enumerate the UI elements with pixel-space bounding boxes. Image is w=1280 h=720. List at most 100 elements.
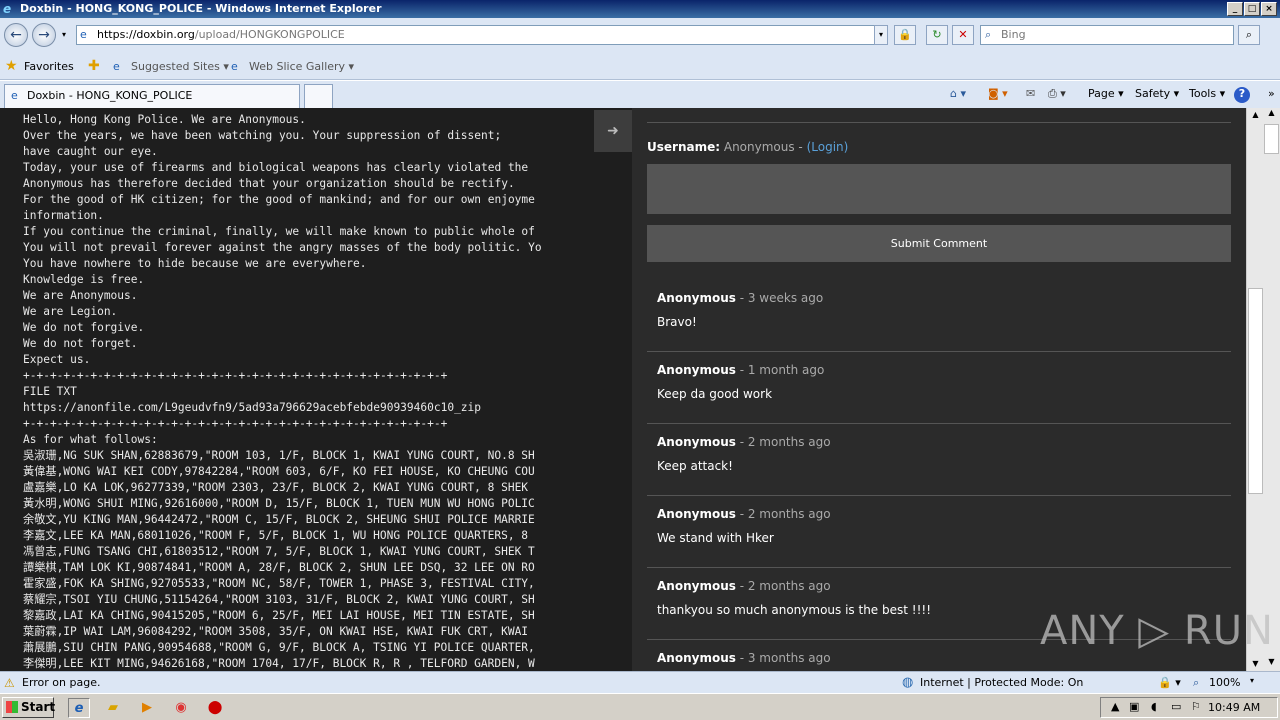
zoom-level[interactable]: 100% [1209,676,1240,689]
start-label: Start [21,700,56,714]
comment-header: Anonymous - 3 weeks ago [657,291,823,305]
scroll-up-icon[interactable]: ▲ [1247,108,1264,122]
tab-page-icon: e [11,89,18,102]
taskbar: Start e ▰ ▶ ◉ ⬤ ▲ ▣ ◖ ▭ ⚐ 10:49 AM [0,693,1280,720]
paste-line: 余敬文,YU KING MAN,96442472,"ROOM C, 15/F, … [23,513,535,526]
volume-icon[interactable]: ◖ [1151,700,1157,713]
paste-line: You have nowhere to hide because we are … [23,257,367,270]
arrow-right-icon[interactable]: ➜ [594,110,632,152]
history-dropdown-icon[interactable]: ▾ [62,30,66,39]
warning-icon[interactable]: ⚠ [4,676,15,690]
comment-text: Keep da good work [657,387,773,401]
paste-line: 李嘉文,LEE KA MAN,68011026,"ROOM F, 5/F, BL… [23,529,529,542]
new-tab-button[interactable] [304,84,333,108]
paste-line: 蕭展鵬,SIU CHIN PANG,90954688,"ROOM G, 9/F,… [23,641,535,654]
lock-icon[interactable]: 🔒 [894,25,916,45]
comment-textarea[interactable] [647,164,1231,214]
tray-arrow-icon[interactable]: ▲ [1111,700,1119,713]
add-favorites-icon[interactable]: ✚ [88,58,100,74]
feeds-icon[interactable]: ◙ ▾ [988,87,1008,100]
login-link[interactable]: (Login) [807,140,849,154]
username-label: Username: [647,140,721,154]
favorites-button[interactable]: Favorites [24,60,74,73]
search-input[interactable]: Bing [980,25,1234,45]
comment-author: Anonymous [657,507,736,521]
comment-item: Anonymous - 1 month ago Keep da good work [647,352,1231,424]
page-menu[interactable]: Page ▾ [1088,87,1124,100]
print-icon[interactable]: ⎙ ▾ [1048,87,1066,101]
tools-menu[interactable]: Tools ▾ [1189,87,1225,100]
safety-menu[interactable]: Safety ▾ [1135,87,1179,100]
divider [647,122,1231,123]
close-button[interactable]: × [1261,2,1277,16]
comment-time: - 3 months ago [735,651,831,665]
tab-doxbin[interactable]: e Doxbin - HONG_KONG_POLICE [4,84,300,108]
window-scrollbar[interactable]: ▲ ▼ [1263,108,1280,671]
stop-icon[interactable]: ✕ [952,25,974,45]
search-button[interactable]: ⌕ [1238,25,1260,45]
comments-panel: Username: Anonymous - (Login) Submit Com… [632,108,1246,671]
page-icon: e [80,28,87,41]
status-error-text[interactable]: Error on page. [22,676,100,689]
window-title: Doxbin - HONG_KONG_POLICE - Windows Inte… [20,2,382,15]
window-scroll-thumb[interactable] [1264,124,1279,154]
paste-line: https://anonfile.com/L9geudvfn9/5ad93a79… [23,401,482,414]
tab-label: Doxbin - HONG_KONG_POLICE [27,89,193,102]
refresh-icon[interactable]: ↻ [926,25,948,45]
username-line: Username: Anonymous - (Login) [647,140,848,154]
paste-line: You will not prevail forever against the… [23,241,542,254]
tray-monitor-icon[interactable]: ▭ [1171,700,1181,713]
help-icon[interactable]: ? [1234,87,1250,103]
paste-line: We do not forget. [23,337,138,350]
media-player-icon[interactable]: ▶ [136,698,158,718]
username-value: Anonymous - [723,140,807,154]
paste-line: 霍家盛,FOK KA SHING,92705533,"ROOM NC, 58/F… [23,577,535,590]
favorites-star-icon: ★ [5,58,18,74]
comment-text: We stand with Hker [657,531,774,545]
chevron-more-icon[interactable]: » [1268,87,1275,100]
tab-bar: e Doxbin - HONG_KONG_POLICE ⌂ ▾ ◙ ▾ ✉ ⎙ … [0,81,1280,108]
window-scroll-up-icon[interactable]: ▲ [1263,108,1280,122]
window-scroll-down-icon[interactable]: ▼ [1263,657,1280,671]
stop-sign-icon[interactable]: ⬤ [204,698,226,718]
ie-taskbar-icon[interactable]: e [68,698,90,718]
web-slice-gallery-link[interactable]: Web Slice Gallery ▾ [249,60,354,73]
suggested-sites-link[interactable]: Suggested Sites ▾ [131,60,229,73]
paste-line: We do not forgive. [23,321,145,334]
network-icon[interactable]: ▣ [1129,700,1139,713]
mail-icon[interactable]: ✉ [1026,87,1035,100]
paste-line: FILE TXT [23,385,77,398]
paste-line: 李傑明,LEE KIT MING,94626168,"ROOM 1704, 17… [23,657,535,670]
suggested-sites-icon: e [113,60,120,73]
back-button[interactable]: ← [4,23,28,47]
paste-line: We are Anonymous. [23,289,138,302]
zoom-dropdown-icon[interactable]: ▾ [1250,676,1254,685]
address-input[interactable]: https://doxbin.org/upload/HONGKONGPOLICE [76,25,888,45]
paste-line: have caught our eye. [23,145,158,158]
security-zone[interactable]: Internet | Protected Mode: On [920,676,1083,689]
explorer-icon[interactable]: ▰ [102,698,124,718]
home-icon[interactable]: ⌂ ▾ [950,87,966,100]
scroll-thumb[interactable] [1248,288,1263,494]
forward-button[interactable]: → [32,23,56,47]
paste-line: +-+-+-+-+-+-+-+-+-+-+-+-+-+-+-+-+-+-+-+-… [23,417,448,430]
comment-header: Anonymous - 2 months ago [657,435,831,449]
scroll-down-icon[interactable]: ▼ [1247,657,1264,671]
action-center-icon[interactable]: ⚐ [1191,700,1201,713]
comment-author: Anonymous [657,651,736,665]
clock[interactable]: 10:49 AM [1208,701,1260,714]
chrome-icon[interactable]: ◉ [170,698,192,718]
address-dropdown-icon[interactable]: ▾ [874,25,888,45]
start-button[interactable]: Start [2,697,56,718]
paste-line: 黎嘉政,LAI KA CHING,90415205,"ROOM 6, 25/F,… [23,609,535,622]
search-provider-icon: ⌕ [985,28,992,41]
paste-text: Hello, Hong Kong Police. We are Anonymou… [23,112,632,671]
comment-author: Anonymous [657,363,736,377]
lock-status-icon[interactable]: 🔒 ▾ [1158,676,1181,689]
maximize-button[interactable]: □ [1244,2,1260,16]
submit-comment-button[interactable]: Submit Comment [647,225,1231,262]
minimize-button[interactable]: _ [1227,2,1243,16]
comment-item: Anonymous - 2 months ago Keep attack! [647,424,1231,496]
page-scrollbar[interactable]: ▲ ▼ [1246,108,1263,671]
paste-line: Over the years, we have been watching yo… [23,129,502,142]
